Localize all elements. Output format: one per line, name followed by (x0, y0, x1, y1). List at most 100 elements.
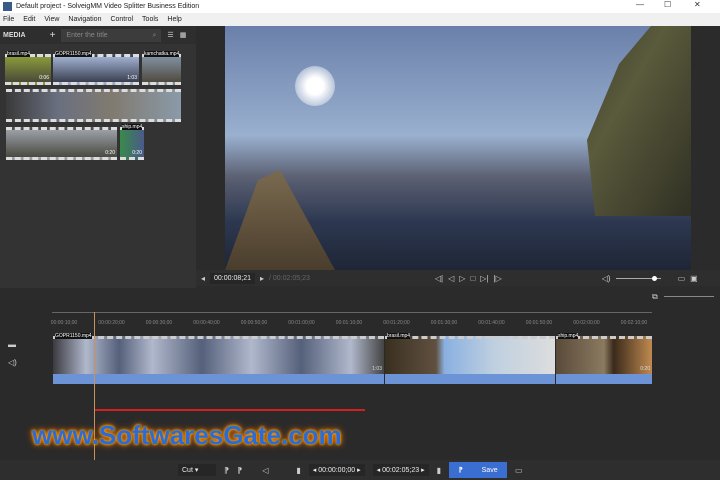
clip-name: ship.mp4 (558, 333, 578, 339)
media-clip[interactable]: ship.mp4 0:20 (120, 127, 144, 160)
media-clip[interactable] (6, 89, 181, 122)
end-time-field[interactable]: ◂ 00:02:05;23 ▸ (373, 464, 429, 476)
media-label: MEDIA (3, 32, 26, 39)
media-panel: MEDIA + Enter the title ⌕ ☰ ▦ brasil.mp4 0… (0, 26, 196, 288)
clip-duration: 1:03 (127, 75, 137, 81)
title-bar: Default project - SolveigMM Video Splitt… (0, 0, 720, 13)
ruler-label: 00:01:40;00 (478, 320, 504, 326)
watermark: www.SoftwaresGate.com (32, 420, 342, 451)
media-clip[interactable]: kamchatka.mp4 (142, 54, 181, 85)
timeline-clip[interactable]: ship.mp4 0:20 (556, 336, 652, 384)
start-time: 00:00:00;00 (318, 467, 355, 474)
menu-tools[interactable]: Tools (142, 16, 158, 23)
timeline-clip[interactable]: brasil.mp4 0:06 (385, 336, 555, 384)
time-ruler[interactable]: 00:00:10;00 00:00:20;00 00:00:30;00 00:00:4… (52, 312, 652, 330)
grid-view-icon[interactable]: ▦ (180, 31, 187, 39)
snapshot-icon[interactable]: ▣ (690, 274, 698, 283)
end-time: 00:02:05;23 (382, 467, 419, 474)
clip-name: brasil.mp4 (387, 333, 410, 339)
clip-duration: 0:20 (640, 366, 650, 372)
prev-frame-icon[interactable]: ◂ (201, 274, 205, 283)
split-icon[interactable]: ▮ (296, 466, 300, 475)
current-time[interactable]: 00:00:08;21 (210, 273, 255, 284)
mode-label: Cut (182, 467, 193, 474)
window-title: Default project - SolveigMM Video Splitt… (16, 3, 199, 10)
volume-slider[interactable] (616, 278, 661, 279)
menu-help[interactable]: Help (167, 16, 181, 23)
audio-waveform (556, 374, 652, 384)
audio-track-icon[interactable]: ◁) (8, 358, 17, 367)
step-back-icon[interactable]: ◁ (448, 274, 454, 283)
mode-select[interactable]: Cut ▾ (178, 464, 216, 476)
search-icon: ⌕ (152, 32, 156, 39)
media-clip[interactable]: 0:20 (6, 127, 117, 160)
output-folder-icon[interactable]: ▭ (515, 466, 523, 475)
video-track-icon[interactable]: ▬ (8, 340, 16, 349)
menu-control[interactable]: Control (110, 16, 133, 23)
video-preview[interactable] (225, 26, 691, 270)
skip-forward-icon[interactable]: |▷ (494, 274, 502, 283)
menu-view[interactable]: View (44, 16, 59, 23)
close-button[interactable]: ✕ (694, 0, 701, 9)
cliff (531, 26, 691, 216)
search-input[interactable]: Enter the title ⌕ (61, 29, 161, 42)
search-placeholder: Enter the title (66, 32, 107, 39)
ruler-label: 00:00:20;00 (98, 320, 124, 326)
stop-icon[interactable]: □ (470, 274, 475, 283)
folder-icon[interactable]: ▭ (678, 274, 686, 283)
marker-in-icon[interactable]: ⁋ (224, 466, 229, 475)
menu-navigation[interactable]: Navigation (68, 16, 101, 23)
clip-name: ship.mp4 (122, 124, 142, 130)
step-forward-icon[interactable]: ▷| (480, 274, 488, 283)
play-icon[interactable]: ▷ (459, 274, 465, 283)
ruler-label: 00:02:00;00 (573, 320, 599, 326)
timeline-clip[interactable]: GOPR1150.mp41:03 (53, 336, 384, 384)
marker-icon[interactable]: ▮ (437, 466, 441, 475)
save-button[interactable]: ⁋ Save (449, 462, 507, 478)
skip-back-icon[interactable]: ◁| (435, 274, 443, 283)
clip-name: GOPR1150.mp4 (55, 333, 92, 339)
player-controls: ◂ 00:00:08;21 ▸ / 00:02:05;23 ◁| ◁ ▷ □ ▷… (196, 270, 720, 286)
ruler-label: 00:00:40;00 (193, 320, 219, 326)
audio-waveform (53, 374, 384, 384)
volume-knob[interactable] (652, 276, 657, 281)
boat (225, 170, 335, 270)
audio-icon[interactable]: ◁ (262, 466, 268, 475)
ruler-label: 00:00:10;00 (51, 320, 77, 326)
save-icon: ⁋ (458, 466, 462, 474)
ruler-label: 00:00:50;00 (241, 320, 267, 326)
app-logo-icon (3, 2, 12, 11)
list-view-icon[interactable]: ☰ (167, 31, 173, 39)
ruler-label: 00:01:10;00 (336, 320, 362, 326)
media-clip[interactable]: brasil.mp4 0:06 (5, 54, 51, 85)
clip-duration: 0:20 (132, 150, 142, 156)
clip-duration: 0:06 (543, 366, 553, 372)
audio-waveform (385, 374, 555, 384)
ruler-label: 00:01:20;00 (383, 320, 409, 326)
clip-duration: 0:20 (105, 150, 115, 156)
ruler-label: 00:01:50;00 (526, 320, 552, 326)
maximize-button[interactable]: ☐ (664, 0, 671, 9)
selection-marker (95, 409, 365, 411)
ruler-label: 00:00:30;00 (146, 320, 172, 326)
total-time: / 00:02:05;23 (269, 275, 310, 282)
next-frame-icon[interactable]: ▸ (260, 274, 264, 283)
bottom-toolbar: Cut ▾ ⁋ ⁋ ◁ ▮ ◂ 00:00:00;00 ▸ ◂ 00:02:05… (0, 460, 720, 480)
clip-name: brasil.mp4 (7, 51, 30, 57)
zoom-icon[interactable]: ⧉ (652, 292, 658, 302)
start-time-field[interactable]: ◂ 00:00:00;00 ▸ (309, 464, 365, 476)
marker-out-icon[interactable]: ⁋ (237, 466, 242, 475)
add-media-button[interactable]: + (50, 30, 56, 41)
ruler-label: 00:01:00;00 (288, 320, 314, 326)
minimize-button[interactable]: — (636, 0, 644, 9)
clip-name: GOPR1150.mp4 (55, 51, 92, 57)
media-clip[interactable]: GOPR1150.mp4 1:03 (53, 54, 139, 85)
volume-icon[interactable]: ◁) (602, 274, 611, 283)
menu-edit[interactable]: Edit (23, 16, 35, 23)
menu-file[interactable]: File (3, 16, 14, 23)
save-label: Save (482, 467, 498, 474)
timeline-zoom-slider[interactable] (664, 296, 714, 297)
clip-duration: 0:06 (39, 75, 49, 81)
menu-bar: File Edit View Navigation Control Tools … (0, 13, 720, 26)
ruler-label: 00:02:10;00 (621, 320, 647, 326)
